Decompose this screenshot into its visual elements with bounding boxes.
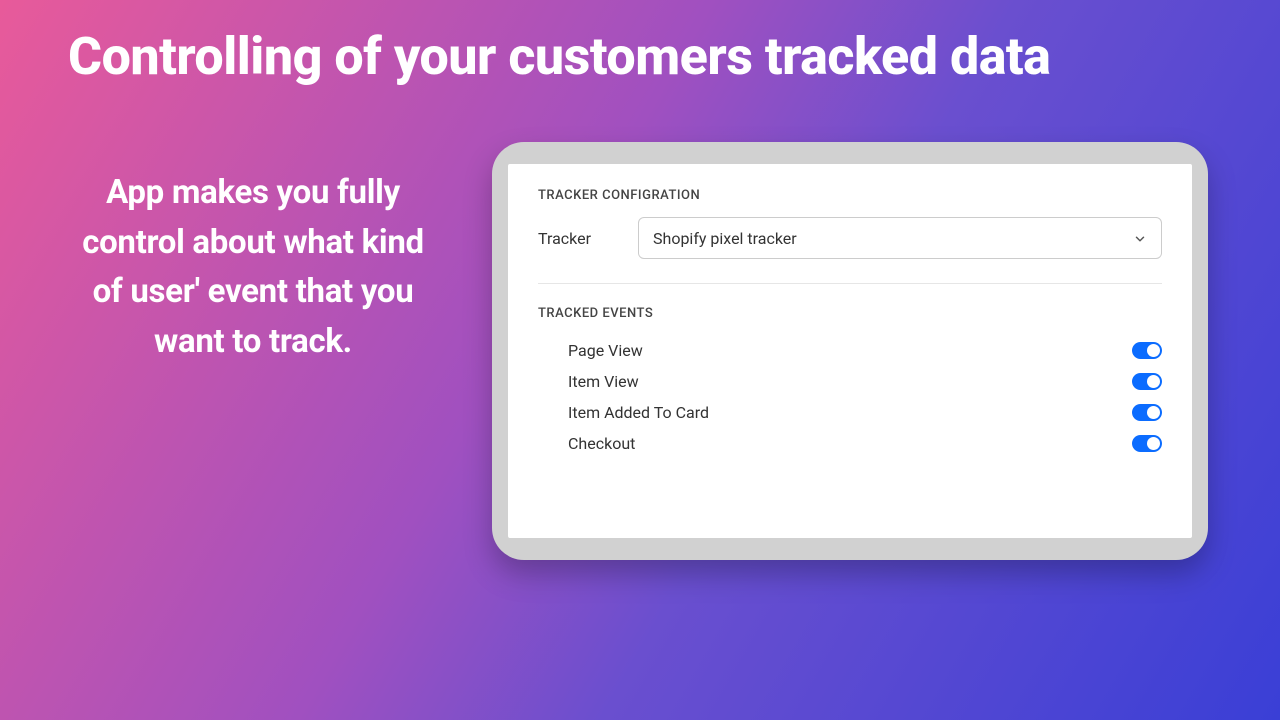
toggle-item-view[interactable] <box>1132 373 1162 390</box>
tablet-frame: TRACKER CONFIGRATION Tracker Shopify pix… <box>492 142 1208 560</box>
page-title: Controlling of your customers tracked da… <box>68 28 1050 85</box>
tracked-events-title: TRACKED EVENTS <box>538 306 1162 321</box>
toggle-item-added[interactable] <box>1132 404 1162 421</box>
toggle-page-view[interactable] <box>1132 342 1162 359</box>
event-row-item-view: Item View <box>568 366 1162 397</box>
tracker-row: Tracker Shopify pixel tracker <box>538 217 1162 284</box>
toggle-checkout[interactable] <box>1132 435 1162 452</box>
page-subtitle: App makes you fully control about what k… <box>68 168 438 366</box>
event-label: Page View <box>568 341 643 360</box>
tracker-config-section: TRACKER CONFIGRATION Tracker Shopify pix… <box>538 164 1162 284</box>
event-label: Checkout <box>568 434 635 453</box>
event-row-checkout: Checkout <box>568 428 1162 459</box>
chevron-down-icon <box>1133 231 1147 245</box>
tracked-events-section: TRACKED EVENTS Page View Item View Item … <box>538 284 1162 459</box>
event-label: Item Added To Card <box>568 403 709 422</box>
settings-panel: TRACKER CONFIGRATION Tracker Shopify pix… <box>508 164 1192 538</box>
event-row-page-view: Page View <box>568 335 1162 366</box>
tracker-config-title: TRACKER CONFIGRATION <box>538 188 1162 203</box>
tracker-select[interactable]: Shopify pixel tracker <box>638 217 1162 259</box>
event-label: Item View <box>568 372 639 391</box>
tracker-field-label: Tracker <box>538 229 598 248</box>
events-list: Page View Item View Item Added To Card C… <box>538 335 1162 459</box>
tracker-select-value: Shopify pixel tracker <box>653 229 797 248</box>
event-row-item-added: Item Added To Card <box>568 397 1162 428</box>
